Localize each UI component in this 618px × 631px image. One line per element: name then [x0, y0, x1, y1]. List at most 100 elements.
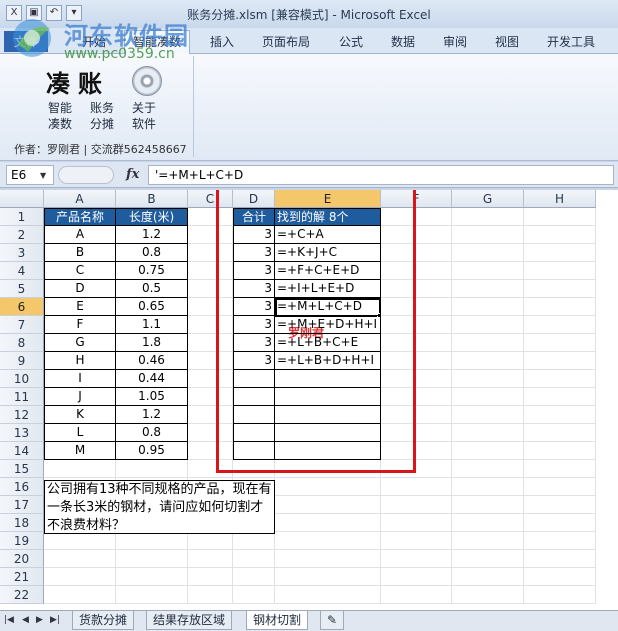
tab-developer[interactable]: 开发工具 — [547, 33, 595, 50]
grid-cell[interactable] — [275, 550, 381, 568]
worksheet-grid[interactable]: ABCDEFGH 1 2 3 4 5 6 7 8 9 10 11 12 13 14 15 16 17 18 19 20… — [0, 190, 618, 610]
product-name-cell[interactable]: K — [44, 406, 116, 424]
grid-cell[interactable] — [452, 496, 524, 514]
row-header-12[interactable]: 12 — [0, 406, 44, 424]
grid-cell[interactable] — [116, 586, 188, 604]
grid-cell[interactable] — [452, 352, 524, 370]
grid-cell[interactable] — [381, 586, 452, 604]
solution-formula-cell[interactable] — [275, 406, 381, 424]
row-header-14[interactable]: 14 — [0, 442, 44, 460]
solution-total-cell[interactable]: 3 — [233, 280, 275, 298]
grid-cell[interactable] — [452, 388, 524, 406]
row-header-8[interactable]: 8 — [0, 334, 44, 352]
solution-total-cell[interactable]: 3 — [233, 316, 275, 334]
grid-cell[interactable] — [524, 280, 596, 298]
grid-cell[interactable] — [188, 532, 233, 550]
grid-cell[interactable] — [381, 532, 452, 550]
first-sheet-icon[interactable]: |◀ — [4, 615, 14, 625]
grid-cell[interactable] — [275, 514, 381, 532]
solution-total-cell[interactable]: 3 — [233, 262, 275, 280]
name-box[interactable]: E6 — [6, 165, 54, 185]
grid-cell[interactable] — [275, 478, 381, 496]
formula-bar-expander[interactable] — [58, 166, 114, 184]
grid-cell[interactable] — [452, 334, 524, 352]
grid-cell[interactable] — [233, 550, 275, 568]
grid-cell[interactable] — [452, 280, 524, 298]
product-name-cell[interactable]: M — [44, 442, 116, 460]
tab-data[interactable]: 数据 — [391, 33, 415, 50]
grid-cell[interactable] — [452, 226, 524, 244]
solution-formula-cell[interactable]: =+I+L+E+D — [275, 280, 381, 298]
about-button[interactable]: 关于 软件 — [126, 100, 162, 132]
row-header-10[interactable]: 10 — [0, 370, 44, 388]
product-name-cell[interactable]: F — [44, 316, 116, 334]
product-length-cell[interactable]: 0.5 — [116, 280, 188, 298]
grid-cell[interactable] — [524, 514, 596, 532]
grid-cell[interactable] — [524, 352, 596, 370]
grid-cell[interactable] — [44, 550, 116, 568]
product-name-cell[interactable]: A — [44, 226, 116, 244]
product-name-cell[interactable]: I — [44, 370, 116, 388]
grid-cell[interactable] — [188, 568, 233, 586]
solution-total-cell[interactable]: 3 — [233, 244, 275, 262]
solution-formula-cell[interactable] — [275, 424, 381, 442]
last-sheet-icon[interactable]: ▶| — [50, 615, 60, 625]
product-length-cell[interactable]: 0.65 — [116, 298, 188, 316]
row-header-15[interactable]: 15 — [0, 460, 44, 478]
row-header-1[interactable]: 1 — [0, 208, 44, 226]
solution-total-cell[interactable]: 3 — [233, 298, 275, 316]
product-length-cell[interactable]: 0.8 — [116, 424, 188, 442]
grid-cell[interactable] — [233, 568, 275, 586]
row-header-9[interactable]: 9 — [0, 352, 44, 370]
grid-cell[interactable] — [452, 244, 524, 262]
chevron-down-icon[interactable]: ▼ — [40, 171, 46, 180]
table-header-cell[interactable]: 长度(米) — [116, 208, 188, 226]
row-header-21[interactable]: 21 — [0, 568, 44, 586]
grid-cell[interactable] — [188, 586, 233, 604]
insert-sheet-icon[interactable]: ✎ — [320, 611, 345, 630]
grid-cell[interactable] — [524, 478, 596, 496]
formula-input[interactable]: '=+M+L+C+D — [148, 165, 614, 185]
product-name-cell[interactable]: D — [44, 280, 116, 298]
table-header-cell[interactable]: 合计 — [233, 208, 275, 226]
solution-total-cell[interactable] — [233, 370, 275, 388]
grid-cell[interactable] — [44, 460, 116, 478]
product-length-cell[interactable]: 0.95 — [116, 442, 188, 460]
solution-total-cell[interactable] — [233, 424, 275, 442]
grid-cell[interactable] — [524, 424, 596, 442]
grid-cell[interactable] — [275, 586, 381, 604]
row-header-17[interactable]: 17 — [0, 496, 44, 514]
product-length-cell[interactable]: 0.44 — [116, 370, 188, 388]
solution-total-cell[interactable] — [233, 406, 275, 424]
row-header-3[interactable]: 3 — [0, 244, 44, 262]
grid-cell[interactable] — [275, 496, 381, 514]
solution-formula-cell[interactable]: =+M+E+D+H+I — [275, 316, 381, 334]
product-name-cell[interactable]: J — [44, 388, 116, 406]
grid-cell[interactable] — [524, 496, 596, 514]
grid-cell[interactable] — [524, 406, 596, 424]
column-header-b[interactable]: B — [116, 190, 188, 208]
product-length-cell[interactable]: 1.8 — [116, 334, 188, 352]
solution-formula-cell[interactable]: =+L+B+D+H+I — [275, 352, 381, 370]
allocation-button[interactable]: 账务 分摊 — [84, 100, 120, 132]
grid-cell[interactable] — [452, 316, 524, 334]
grid-cell[interactable] — [381, 568, 452, 586]
product-name-cell[interactable]: G — [44, 334, 116, 352]
grid-cell[interactable] — [524, 226, 596, 244]
grid-cell[interactable] — [452, 208, 524, 226]
tab-review[interactable]: 审阅 — [443, 33, 467, 50]
grid-cell[interactable] — [116, 460, 188, 478]
solution-formula-cell[interactable]: =+M+L+C+D — [275, 298, 381, 316]
next-sheet-icon[interactable]: ▶ — [36, 615, 43, 625]
grid-cell[interactable] — [44, 568, 116, 586]
select-all-corner[interactable] — [0, 190, 44, 208]
row-header-19[interactable]: 19 — [0, 532, 44, 550]
row-header-18[interactable]: 18 — [0, 514, 44, 532]
grid-cell[interactable] — [524, 586, 596, 604]
grid-cell[interactable] — [116, 568, 188, 586]
product-length-cell[interactable]: 0.75 — [116, 262, 188, 280]
grid-cell[interactable] — [524, 334, 596, 352]
grid-cell[interactable] — [381, 514, 452, 532]
grid-cell[interactable] — [452, 406, 524, 424]
grid-cell[interactable] — [116, 532, 188, 550]
